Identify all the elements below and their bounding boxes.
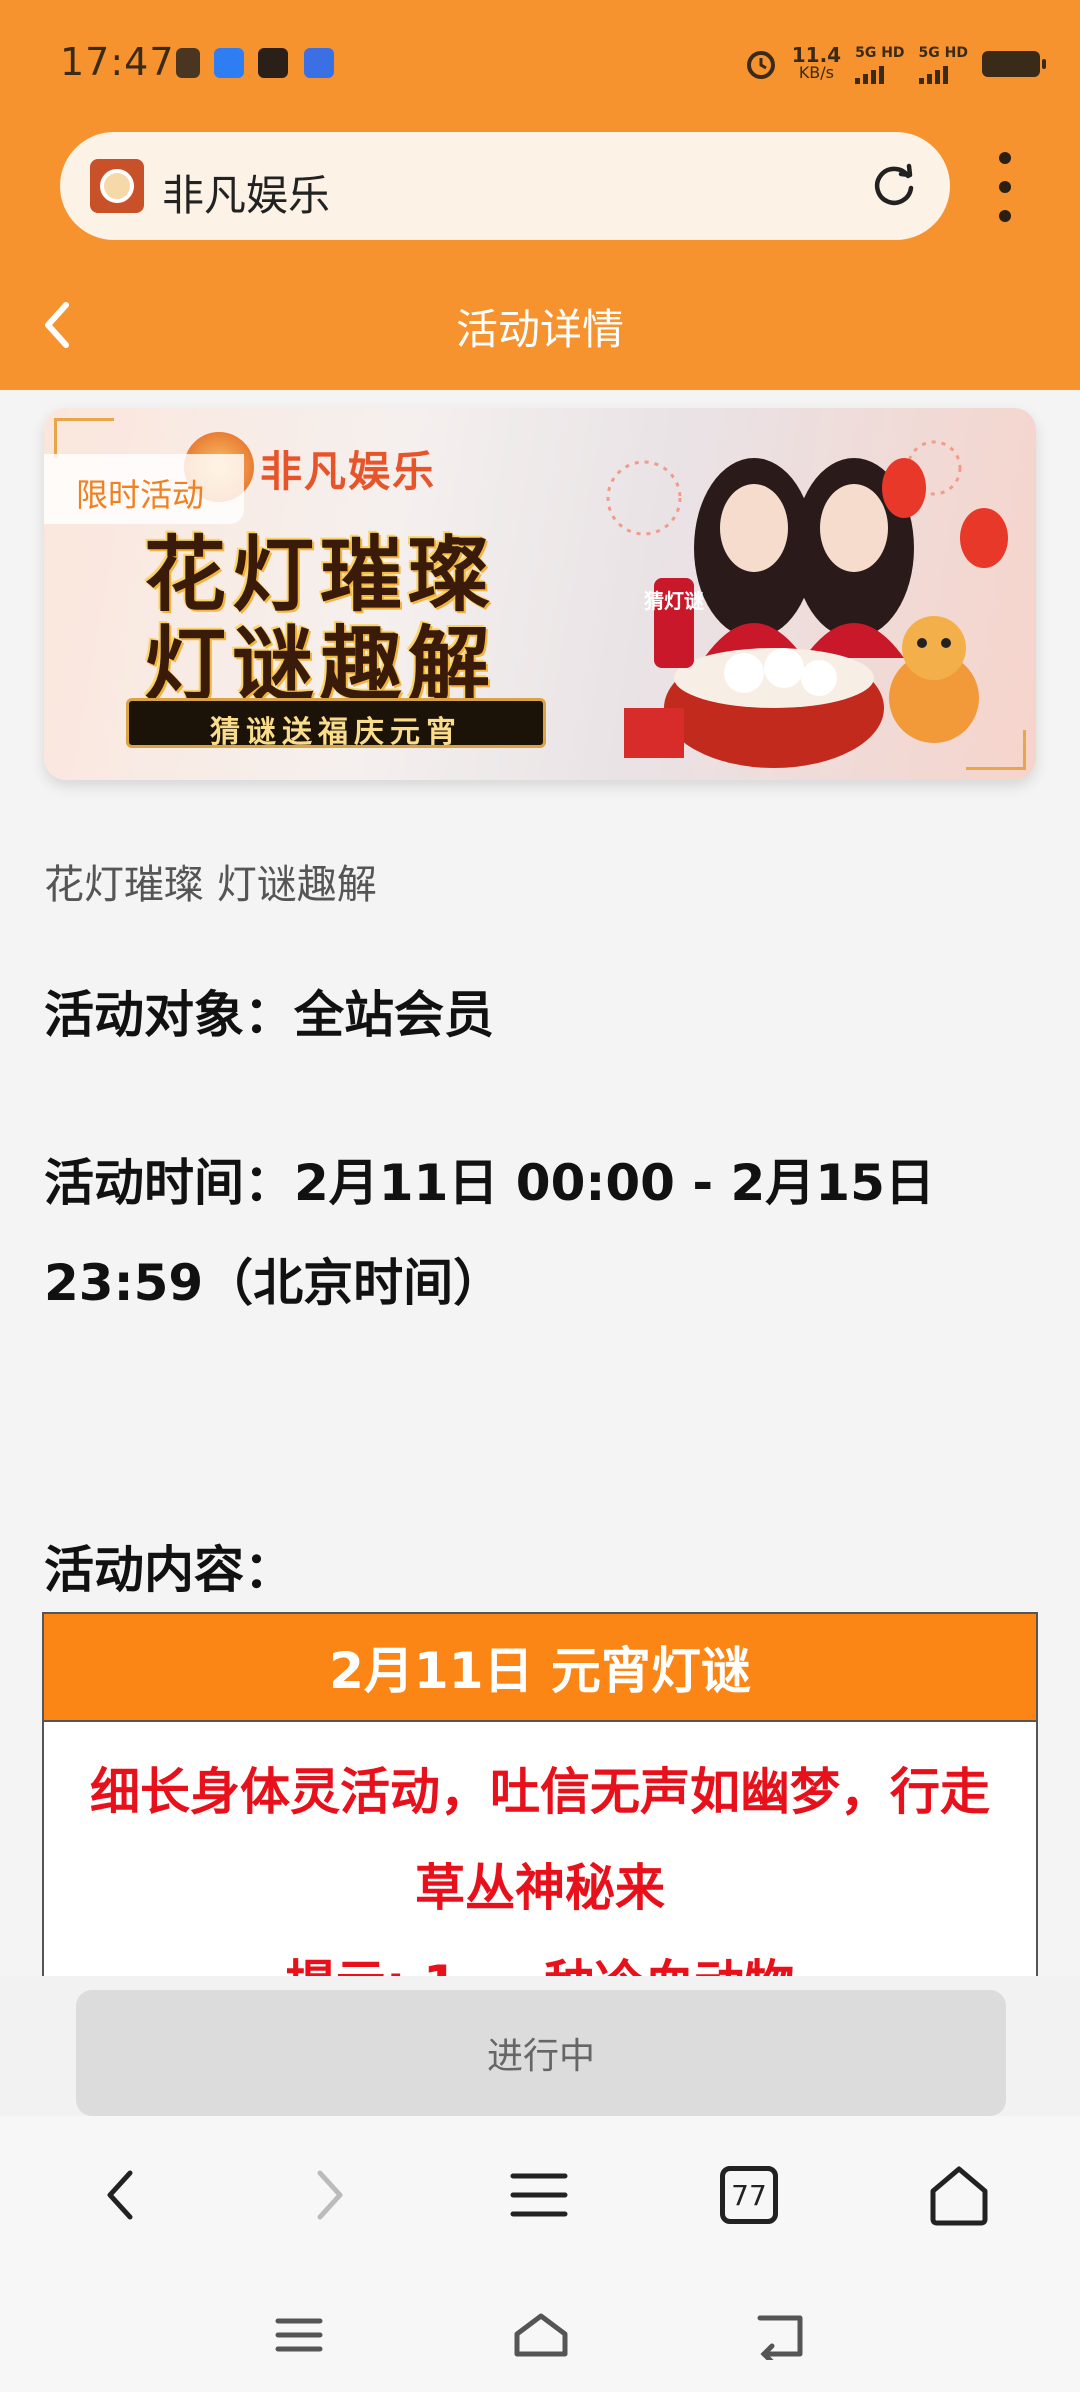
battery-icon [982,51,1046,77]
recent-apps-button[interactable] [264,2300,334,2370]
activity-subtitle: 花灯璀璨 灯谜趣解 [44,862,377,908]
status-time: 17:47 [60,40,175,84]
reload-icon[interactable] [868,160,920,212]
alarm-icon [746,51,775,79]
more-menu-icon[interactable] [990,152,1020,222]
address-text[interactable]: 非凡娱乐 [162,162,330,223]
riddle-table-header: 2月11日 元宵灯谜 [44,1614,1036,1722]
chevron-right-icon [317,2170,343,2220]
home-icon [930,2166,988,2226]
riddle-table-body: 细长身体灵活动，吐信无声如幽梦，行走 草丛神秘来 提示: 1. 一种冷血动物 [44,1722,1036,1980]
back-return-icon [757,2315,803,2360]
hamburger-menu-icon [510,2173,568,2217]
game-notification-icon [258,48,288,78]
chevron-left-icon [107,2170,133,2220]
banner-brand: 非凡娱乐 [260,447,437,496]
signal-bars-icon [855,62,904,84]
status-bar: 17:47 11.4 KB/s 5G HD 5G HD [0,0,1080,130]
activity-time-line-1: 活动时间：2月11日 00:00 - 2月15日 [44,1154,935,1212]
browser-home-button[interactable] [914,2150,1004,2240]
tabs-button[interactable]: 77 [704,2150,794,2240]
paw-app-icon [304,48,334,78]
page-title: 活动详情 [455,305,624,354]
in-progress-button[interactable]: 进行中 [76,1990,1006,2116]
system-home-button[interactable] [506,2300,576,2370]
recent-apps-icon [275,2318,323,2352]
festival-illustration: 猜灯谜 [606,440,1008,768]
browser-menu-button[interactable] [494,2150,584,2240]
clipboard-icon [176,48,200,78]
tab-count: 77 [720,2166,778,2224]
banner-frame-corner [54,418,114,458]
limited-time-tag: 限时活动 [44,454,244,524]
app-notification-icon [214,48,244,78]
activity-time-line-2: 23:59（北京时间） [44,1254,504,1312]
banner-ribbon: 猜谜送福庆元宵 [126,698,546,750]
riddle-line: 细长身体灵活动，吐信无声如幽梦，行走 [90,1763,990,1821]
lantern-label: 猜灯谜 [643,589,704,613]
riddle-line: 草丛神秘来 [415,1859,665,1917]
signal-sim2: 5G HD [918,44,968,84]
signal-sim1: 5G HD [855,44,905,84]
home-outline-icon [514,2313,568,2357]
address-bar[interactable]: 非凡娱乐 [60,132,950,240]
signal-bars-icon [918,62,968,84]
network-speed: 11.4 KB/s [791,43,842,82]
site-logo-icon [90,159,144,213]
promo-banner[interactable]: 非凡娱乐 花灯璀璨 灯谜趣解 猜谜送福庆元宵 猜灯谜 限时活动 [44,408,1036,780]
activity-target: 活动对象：全站会员 [44,986,494,1044]
browser-back-button[interactable] [76,2150,166,2240]
system-back-button[interactable] [746,2300,816,2370]
activity-content-label: 活动内容： [44,1541,294,1599]
riddle-table: 2月11日 元宵灯谜 细长身体灵活动，吐信无声如幽梦，行走 草丛神秘来 提示: … [42,1612,1038,1982]
browser-forward-button[interactable] [284,2150,374,2240]
